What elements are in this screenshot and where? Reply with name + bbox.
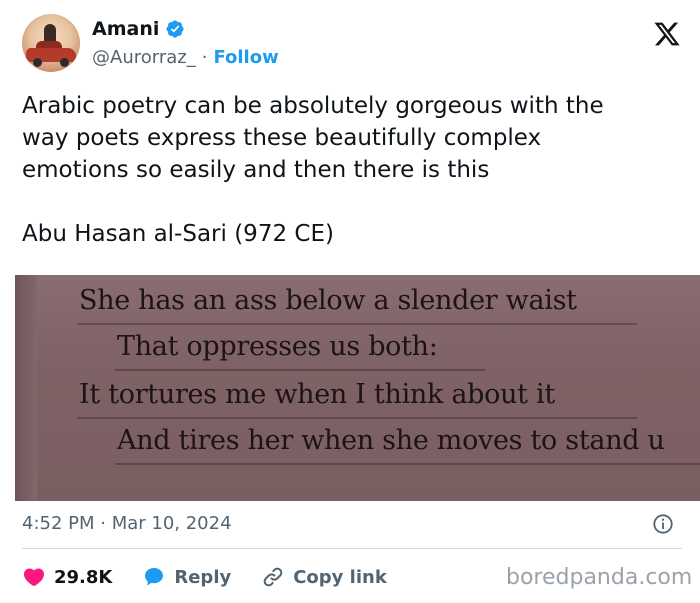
tweet-timestamp[interactable]: 4:52 PM · Mar 10, 2024 <box>22 513 232 534</box>
follow-button[interactable]: Follow <box>213 47 278 68</box>
reply-button[interactable]: Reply <box>142 565 231 589</box>
reply-label: Reply <box>174 566 232 588</box>
handle-row: @Aurorraz_ · Follow <box>92 47 279 68</box>
poem-line: And tires her when she moves to stand u <box>117 425 665 456</box>
likes-count: 29.8K <box>54 566 113 588</box>
like-button[interactable]: 29.8K <box>22 565 112 589</box>
link-icon <box>261 565 285 589</box>
heart-icon <box>22 565 46 589</box>
tweet-text: Arabic poetry can be absolutely gorgeous… <box>22 93 604 247</box>
x-logo-icon[interactable] <box>652 20 682 48</box>
verified-badge-icon <box>165 19 185 39</box>
divider <box>22 548 682 549</box>
page-edge <box>15 275 37 501</box>
avatar[interactable] <box>22 14 80 72</box>
name-row: Amani <box>92 18 185 40</box>
copy-link-label: Copy link <box>293 566 387 588</box>
display-name[interactable]: Amani <box>92 18 159 40</box>
user-handle[interactable]: @Aurorraz_ <box>92 47 196 68</box>
poem-line: It tortures me when I think about it <box>79 379 555 410</box>
underline-rule <box>115 369 485 371</box>
copy-link-button[interactable]: Copy link <box>261 565 387 589</box>
info-icon[interactable] <box>652 513 674 535</box>
separator-dot: · <box>201 47 208 68</box>
underline-rule <box>77 323 637 325</box>
poem-line: That oppresses us both: <box>117 331 438 362</box>
underline-rule <box>77 417 637 419</box>
poem-line: She has an ass below a slender waist <box>79 285 577 316</box>
tweet-image[interactable]: She has an ass below a slender waist Tha… <box>15 275 700 501</box>
tweet-header: Amani @Aurorraz_ · Follow <box>22 14 682 76</box>
underline-rule <box>115 463 700 465</box>
watermark: boredpanda.com <box>506 565 693 590</box>
action-bar: 29.8K Reply Copy link <box>22 562 417 592</box>
reply-bubble-icon <box>142 565 166 589</box>
